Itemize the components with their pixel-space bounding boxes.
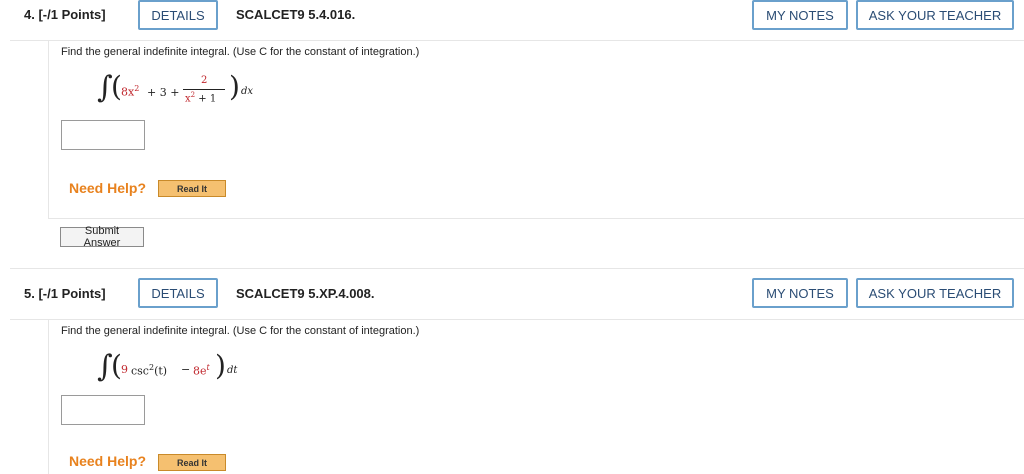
fraction-denominator: x2 + 1 bbox=[185, 91, 217, 105]
need-help-label: Need Help? bbox=[69, 180, 147, 196]
question-4-points: 4. [-/1 Points] bbox=[24, 7, 106, 22]
read-it-button-5[interactable]: Read It bbox=[158, 454, 226, 471]
question-5-header: 5. [-/1 Points] DETAILS SCALCET9 5.XP.4.… bbox=[10, 268, 1024, 320]
plus-3-plus: + 3 + bbox=[147, 86, 180, 99]
differential-dx: dx bbox=[241, 86, 254, 97]
my-notes-button-5[interactable]: MY NOTES bbox=[752, 278, 848, 308]
question-5-prompt: Find the general indefinite integral. (U… bbox=[61, 325, 420, 337]
question-4-code: SCALCET9 5.4.016. bbox=[236, 7, 356, 22]
ask-your-teacher-button-5[interactable]: ASK YOUR TEACHER bbox=[856, 278, 1014, 308]
read-it-button[interactable]: Read It bbox=[158, 180, 226, 197]
right-paren: ) bbox=[229, 70, 240, 103]
need-help-label-5: Need Help? bbox=[69, 453, 147, 469]
question-4-header: 4. [-/1 Points] DETAILS SCALCET9 5.4.016… bbox=[10, 0, 1024, 41]
question-4-body: Find the general indefinite integral. (U… bbox=[48, 40, 1024, 218]
question-5-body: Find the general indefinite integral. (U… bbox=[48, 319, 1024, 474]
question-5-points: 5. [-/1 Points] bbox=[24, 286, 106, 301]
right-paren: ) bbox=[215, 349, 226, 382]
details-button-5[interactable]: DETAILS bbox=[138, 278, 218, 308]
csc-term: csc2(t) bbox=[131, 363, 168, 378]
term-8x: 8x2 bbox=[121, 84, 140, 99]
fraction-bar bbox=[183, 89, 225, 90]
question-5-code: SCALCET9 5.XP.4.008. bbox=[236, 286, 375, 301]
differential-dt: dt bbox=[227, 365, 238, 376]
my-notes-button[interactable]: MY NOTES bbox=[752, 0, 848, 30]
question-4-prompt: Find the general indefinite integral. (U… bbox=[61, 46, 420, 58]
coef-9: 9 bbox=[121, 363, 128, 376]
answer-input-5[interactable] bbox=[61, 395, 145, 425]
answer-input[interactable] bbox=[61, 120, 145, 150]
ask-your-teacher-button[interactable]: ASK YOUR TEACHER bbox=[856, 0, 1014, 30]
term-8e: 8et bbox=[193, 363, 210, 378]
minus-sign: − bbox=[181, 363, 191, 376]
divider bbox=[48, 218, 1024, 219]
fraction-numerator: 2 bbox=[201, 75, 208, 86]
submit-answer-button[interactable]: Submit Answer bbox=[60, 225, 144, 249]
details-button[interactable]: DETAILS bbox=[138, 0, 218, 30]
